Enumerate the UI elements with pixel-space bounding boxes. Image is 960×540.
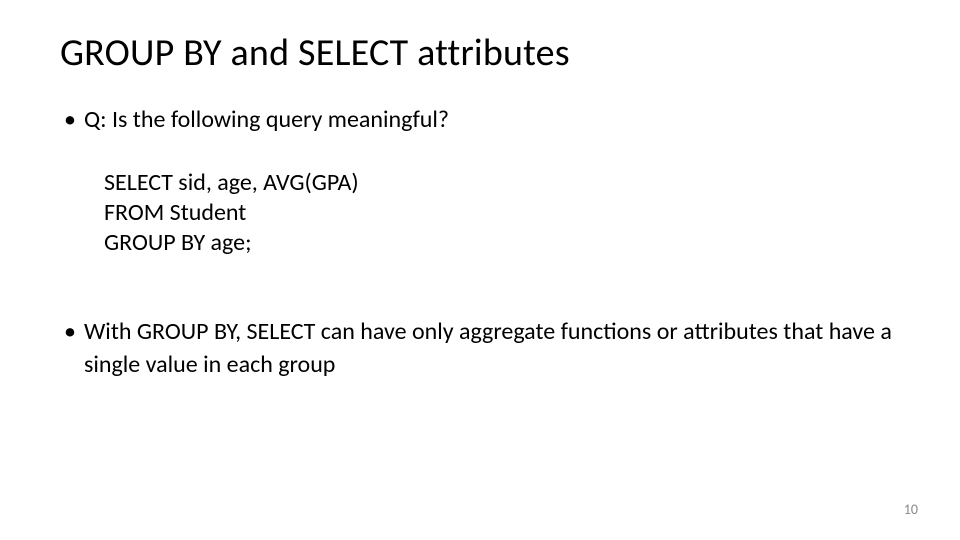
bullet-text: With GROUP BY, SELECT can have only aggr… [84, 316, 900, 381]
code-line: FROM Student [104, 198, 900, 228]
code-line: SELECT sid, age, AVG(GPA) [104, 168, 900, 198]
code-line: GROUP BY age; [104, 228, 900, 258]
slide: GROUP BY and SELECT attributes • Q: Is t… [0, 0, 960, 540]
spacer [60, 258, 900, 316]
sql-code-block: SELECT sid, age, AVG(GPA) FROM Student G… [104, 168, 900, 258]
bullet-text: Q: Is the following query meaningful? [84, 104, 900, 136]
bullet-item: • Q: Is the following query meaningful? [64, 104, 900, 136]
page-number: 10 [904, 501, 918, 518]
bullet-dot-icon: • [64, 316, 76, 381]
slide-title: GROUP BY and SELECT attributes [60, 30, 900, 76]
bullet-item: • With GROUP BY, SELECT can have only ag… [64, 316, 900, 381]
bullet-dot-icon: • [64, 104, 76, 136]
